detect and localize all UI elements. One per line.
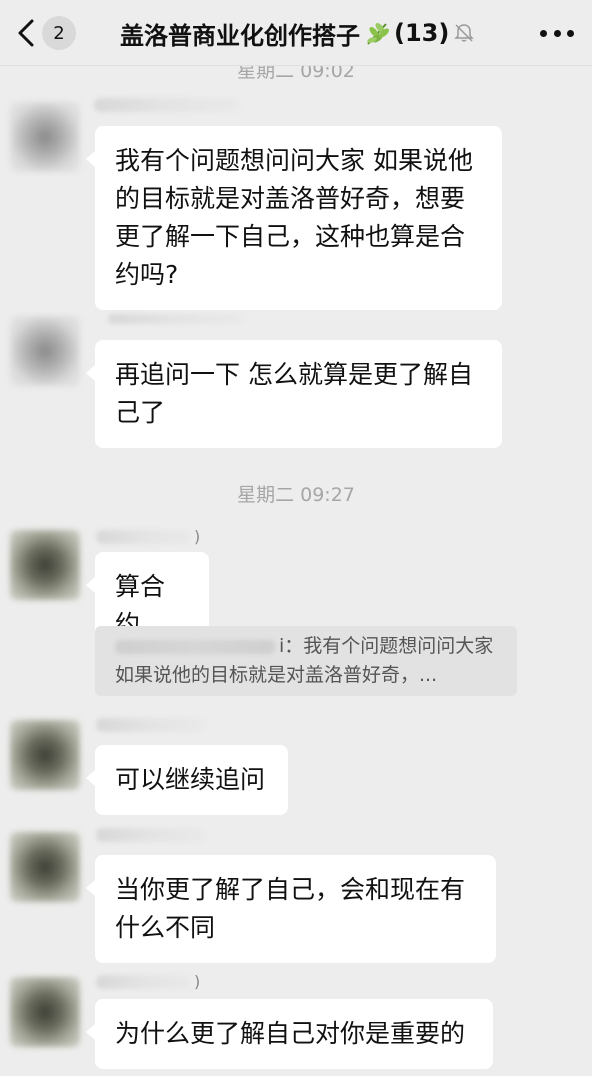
sender-name-blurred	[94, 98, 239, 112]
timestamp: 星期二 09:27	[237, 484, 355, 506]
message-bubble[interactable]: 当你更了解了自己，会和现在有什么不同	[86, 855, 496, 963]
sender-name-blurred	[96, 530, 192, 544]
more-dots-icon	[540, 29, 547, 37]
back-button[interactable]: 2	[12, 14, 76, 52]
sender-name-suffix: )	[194, 527, 201, 546]
message-text: 当你更了解了自己，会和现在有什么不同	[115, 875, 466, 942]
message-text: 我有个问题想问问大家 如果说他的目标就是对盖洛普好奇，想要更了解一下自己，这种也…	[115, 146, 473, 289]
more-options-button[interactable]	[540, 18, 574, 48]
bell-muted-icon	[454, 24, 475, 42]
quote-sender-suffix: i：	[279, 635, 304, 657]
avatar[interactable]	[10, 832, 80, 902]
avatar[interactable]	[10, 102, 80, 172]
quote-sender-blurred	[115, 639, 275, 654]
message-text: 为什么更了解自己对你是重要的	[115, 1019, 466, 1048]
member-count: (13)	[394, 19, 450, 47]
message-bubble[interactable]: 再追问一下 怎么就算是更了解自己了	[86, 340, 502, 448]
message-text: 可以继续追问	[115, 765, 266, 794]
chat-title[interactable]: 盖洛普商业化创作搭子 (13)	[120, 0, 475, 66]
sender-name-blurred	[108, 314, 243, 324]
chevron-left-icon	[18, 19, 34, 47]
quoted-message[interactable]: i：我有个问题想问问大家 如果说他的目标就是对盖洛普好奇，...	[95, 626, 517, 696]
avatar[interactable]	[10, 720, 80, 790]
avatar[interactable]	[10, 316, 80, 386]
group-name: 盖洛普商业化创作搭子	[120, 21, 360, 50]
avatar[interactable]	[10, 530, 80, 600]
message-bubble[interactable]: 我有个问题想问问大家 如果说他的目标就是对盖洛普好奇，想要更了解一下自己，这种也…	[86, 126, 502, 310]
sender-name-suffix: )	[194, 972, 201, 991]
unread-count-badge: 2	[42, 16, 76, 50]
sender-name-blurred	[96, 828, 204, 842]
leaf-icon	[367, 23, 389, 45]
avatar[interactable]	[10, 977, 80, 1047]
sender-name-blurred	[96, 718, 204, 732]
message-text: 再追问一下 怎么就算是更了解自己了	[115, 360, 473, 427]
message-bubble[interactable]: 可以继续追问	[86, 745, 288, 815]
sender-name-blurred	[96, 975, 192, 989]
message-bubble[interactable]: 为什么更了解自己对你是重要的	[86, 999, 493, 1069]
chat-header: 2 盖洛普商业化创作搭子 (13)	[0, 0, 592, 66]
